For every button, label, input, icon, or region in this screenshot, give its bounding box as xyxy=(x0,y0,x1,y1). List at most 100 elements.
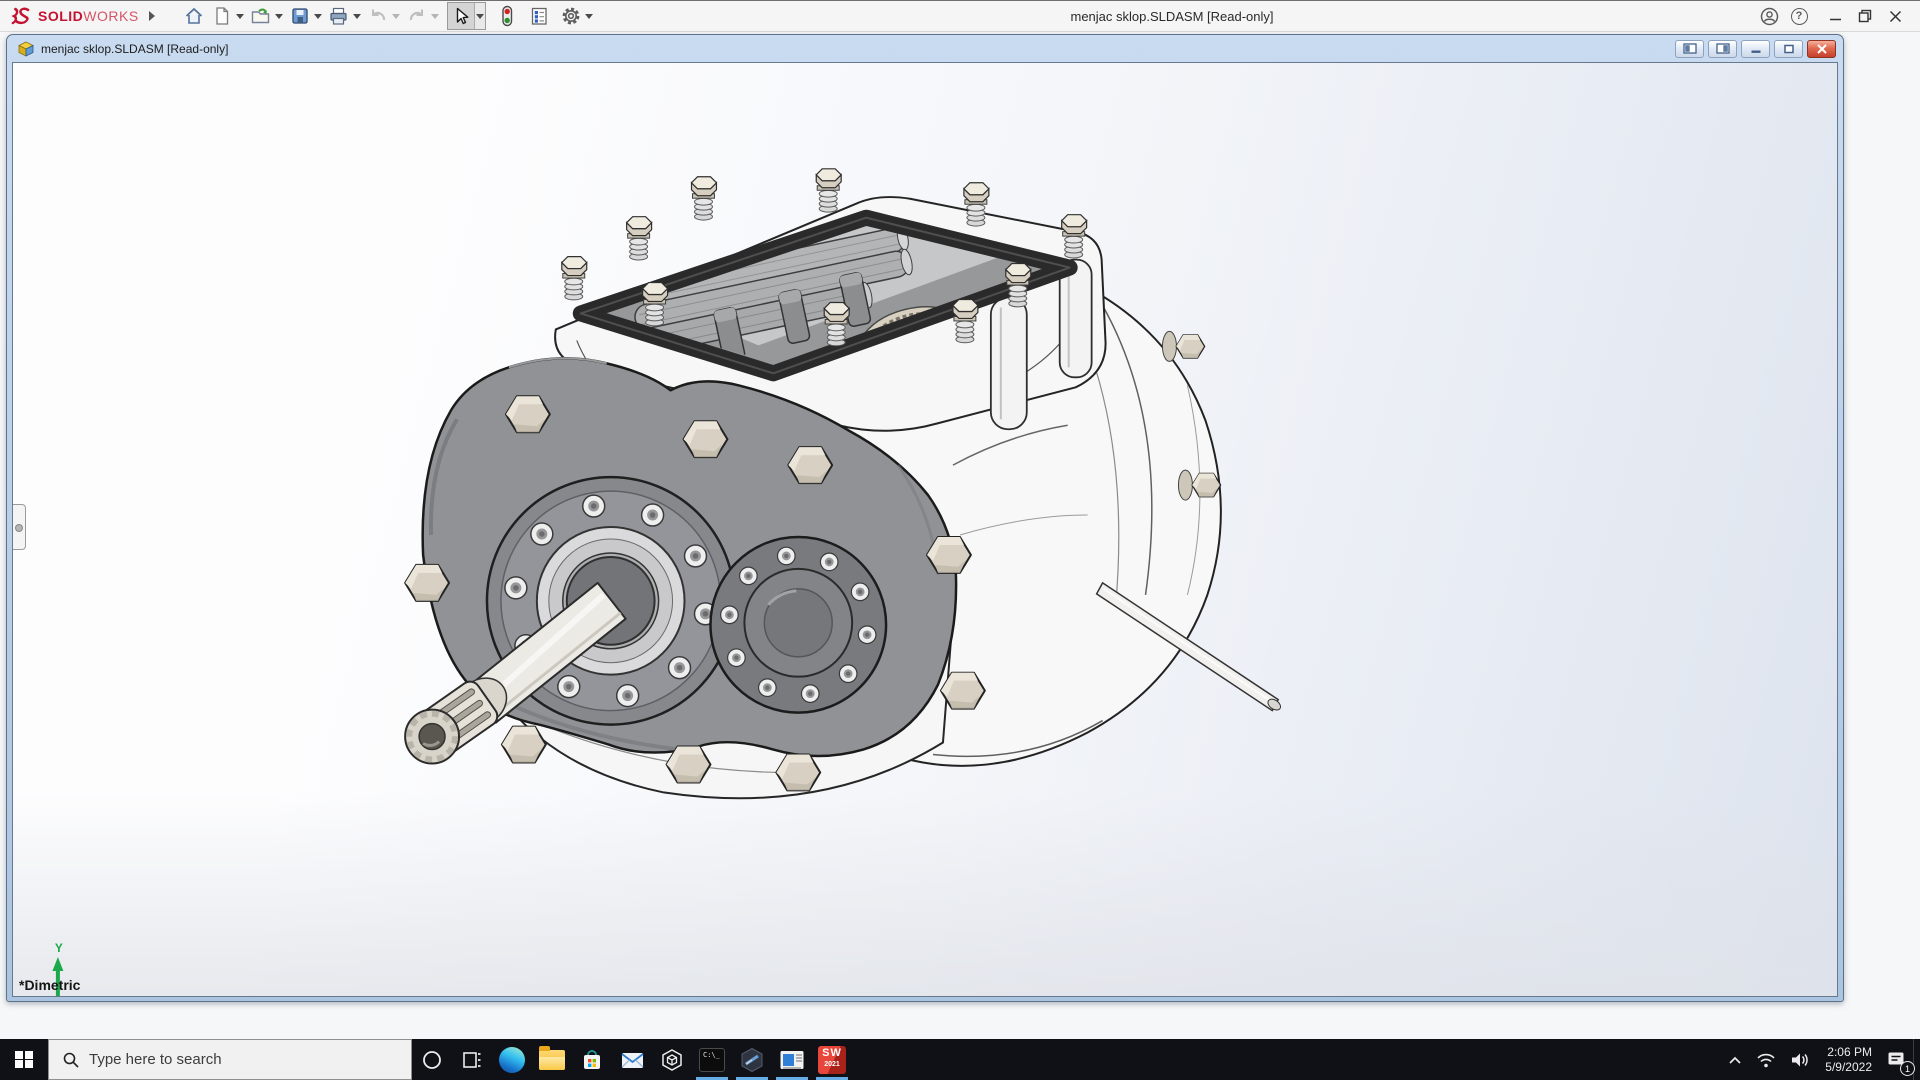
doc-close-button[interactable] xyxy=(1807,39,1836,58)
open-icon xyxy=(251,8,270,24)
document-title: menjac sklop.SLDASM [Read-only] xyxy=(41,41,229,56)
solidworks-logo-icon xyxy=(11,7,30,25)
pane-left-icon xyxy=(1682,43,1697,54)
file-properties-button[interactable] xyxy=(526,3,552,29)
taskbar-mail[interactable] xyxy=(612,1039,652,1080)
tray-volume-button[interactable] xyxy=(1783,1039,1817,1080)
save-caret[interactable] xyxy=(313,3,324,29)
select-tool-caret[interactable] xyxy=(473,3,485,29)
store-icon xyxy=(584,1049,600,1069)
tray-time: 2:06 PM xyxy=(1827,1044,1872,1059)
feature-tree-splitter-tab[interactable] xyxy=(13,504,26,550)
brand-solid: SOLID xyxy=(38,8,84,24)
document-title-bar[interactable]: menjac sklop.SLDASM [Read-only] xyxy=(12,35,1838,62)
taskbar-solidworks-2021[interactable]: SW 2021 xyxy=(812,1039,852,1080)
minimize-button[interactable] xyxy=(1820,3,1850,29)
show-desktop-divider[interactable] xyxy=(1913,1039,1914,1080)
account-icon xyxy=(1760,7,1778,25)
traffic-light-icon xyxy=(501,5,512,27)
taskbar-media-player[interactable] xyxy=(772,1039,812,1080)
home-button[interactable] xyxy=(181,3,207,29)
taskbar-3d-viewer[interactable] xyxy=(652,1039,692,1080)
rebuild-button[interactable] xyxy=(494,3,520,29)
media-player-icon xyxy=(780,1050,804,1069)
options-caret[interactable] xyxy=(584,3,595,29)
tray-date: 5/9/2022 xyxy=(1825,1059,1872,1074)
search-input[interactable] xyxy=(89,1051,389,1068)
3d-viewer-icon xyxy=(662,1048,682,1071)
command-prompt-icon: C:\_ xyxy=(699,1047,725,1072)
undo-button[interactable] xyxy=(365,3,391,29)
redo-caret[interactable] xyxy=(430,3,441,29)
system-tray: 2:06 PM 5/9/2022 1 xyxy=(1721,1039,1920,1080)
new-document-button[interactable] xyxy=(209,3,235,29)
account-button[interactable] xyxy=(1754,3,1784,29)
select-cursor-icon xyxy=(456,7,469,25)
file-properties-icon xyxy=(531,7,547,25)
start-button[interactable] xyxy=(0,1039,48,1080)
home-icon xyxy=(185,7,202,24)
doc-restore-button[interactable] xyxy=(1774,39,1803,58)
print-caret[interactable] xyxy=(352,3,363,29)
print-button[interactable] xyxy=(326,3,352,29)
gearbox-assembly: Y X Z xyxy=(52,168,1282,996)
redo-icon xyxy=(409,9,423,21)
notification-center-button[interactable]: 1 xyxy=(1880,1039,1915,1080)
select-tool-button[interactable] xyxy=(448,3,474,29)
wifi-icon xyxy=(1757,1053,1775,1067)
tray-clock[interactable]: 2:06 PM 5/9/2022 xyxy=(1817,1045,1880,1075)
titlebar-right-controls: ? xyxy=(1754,3,1910,29)
taskbar-task-view[interactable] xyxy=(452,1039,492,1080)
close-icon xyxy=(1889,10,1901,22)
restore-icon xyxy=(1858,9,1872,23)
tray-wifi-button[interactable] xyxy=(1749,1039,1783,1080)
chevron-up-icon xyxy=(1729,1056,1741,1064)
app-client-area: menjac sklop.SLDASM [Read-only] Y *Dimet… xyxy=(0,32,1920,1039)
taskbar-edge[interactable] xyxy=(492,1039,532,1080)
brand-works: WORKS xyxy=(83,8,139,24)
select-tool-group xyxy=(446,2,486,30)
taskbar-search[interactable] xyxy=(48,1039,412,1080)
help-icon: ? xyxy=(1790,7,1808,25)
spline-tip xyxy=(404,708,461,765)
windows-logo-icon xyxy=(15,1050,33,1069)
housing-boss xyxy=(989,296,1028,431)
volume-icon xyxy=(1792,1053,1808,1066)
new-document-icon xyxy=(216,7,228,25)
close-button[interactable] xyxy=(1880,3,1910,29)
document-window: menjac sklop.SLDASM [Read-only] Y *Dimet… xyxy=(6,34,1844,1002)
taskbar-edrawings[interactable] xyxy=(732,1039,772,1080)
doc-pane-left-button[interactable] xyxy=(1675,39,1704,58)
taskbar-file-explorer[interactable] xyxy=(532,1039,572,1080)
gearbox-assembly-model[interactable]: Y X Z xyxy=(13,63,1837,996)
doc-close-icon xyxy=(1816,43,1827,54)
doc-pane-right-button[interactable] xyxy=(1708,39,1737,58)
taskbar-command-prompt[interactable]: C:\_ xyxy=(692,1039,732,1080)
restore-button[interactable] xyxy=(1850,3,1880,29)
solidworks-app-icon: SW 2021 xyxy=(818,1045,846,1074)
options-button[interactable] xyxy=(558,3,584,29)
new-document-caret[interactable] xyxy=(235,3,246,29)
undo-caret[interactable] xyxy=(391,3,402,29)
view-orientation-label: *Dimetric xyxy=(19,977,81,993)
taskbar-store[interactable] xyxy=(572,1039,612,1080)
doc-minimize-button[interactable] xyxy=(1741,39,1770,58)
pane-right-icon xyxy=(1715,43,1730,54)
redo-button[interactable] xyxy=(404,3,430,29)
save-button[interactable] xyxy=(287,3,313,29)
toolbar-flyout-arrow-icon[interactable] xyxy=(148,11,155,21)
help-button[interactable]: ? xyxy=(1784,3,1814,29)
open-caret[interactable] xyxy=(274,3,285,29)
taskbar-cortana[interactable] xyxy=(412,1039,452,1080)
edrawings-icon xyxy=(741,1047,763,1072)
cortana-icon xyxy=(423,1050,441,1069)
notification-count-badge: 1 xyxy=(1900,1061,1915,1076)
secondary-bearing-cover xyxy=(709,535,888,714)
app-title-bar: SOLIDWORKS menjac sklop.SLDASM [Read-onl… xyxy=(0,0,1920,32)
edge-icon xyxy=(499,1046,525,1073)
tray-chevron-button[interactable] xyxy=(1721,1039,1749,1080)
windows-taskbar: C:\_ SW 2021 xyxy=(0,1039,1920,1080)
graphics-viewport[interactable]: Y X Z *Dimetric xyxy=(12,62,1838,997)
mail-icon xyxy=(620,1052,644,1068)
open-button[interactable] xyxy=(248,3,274,29)
